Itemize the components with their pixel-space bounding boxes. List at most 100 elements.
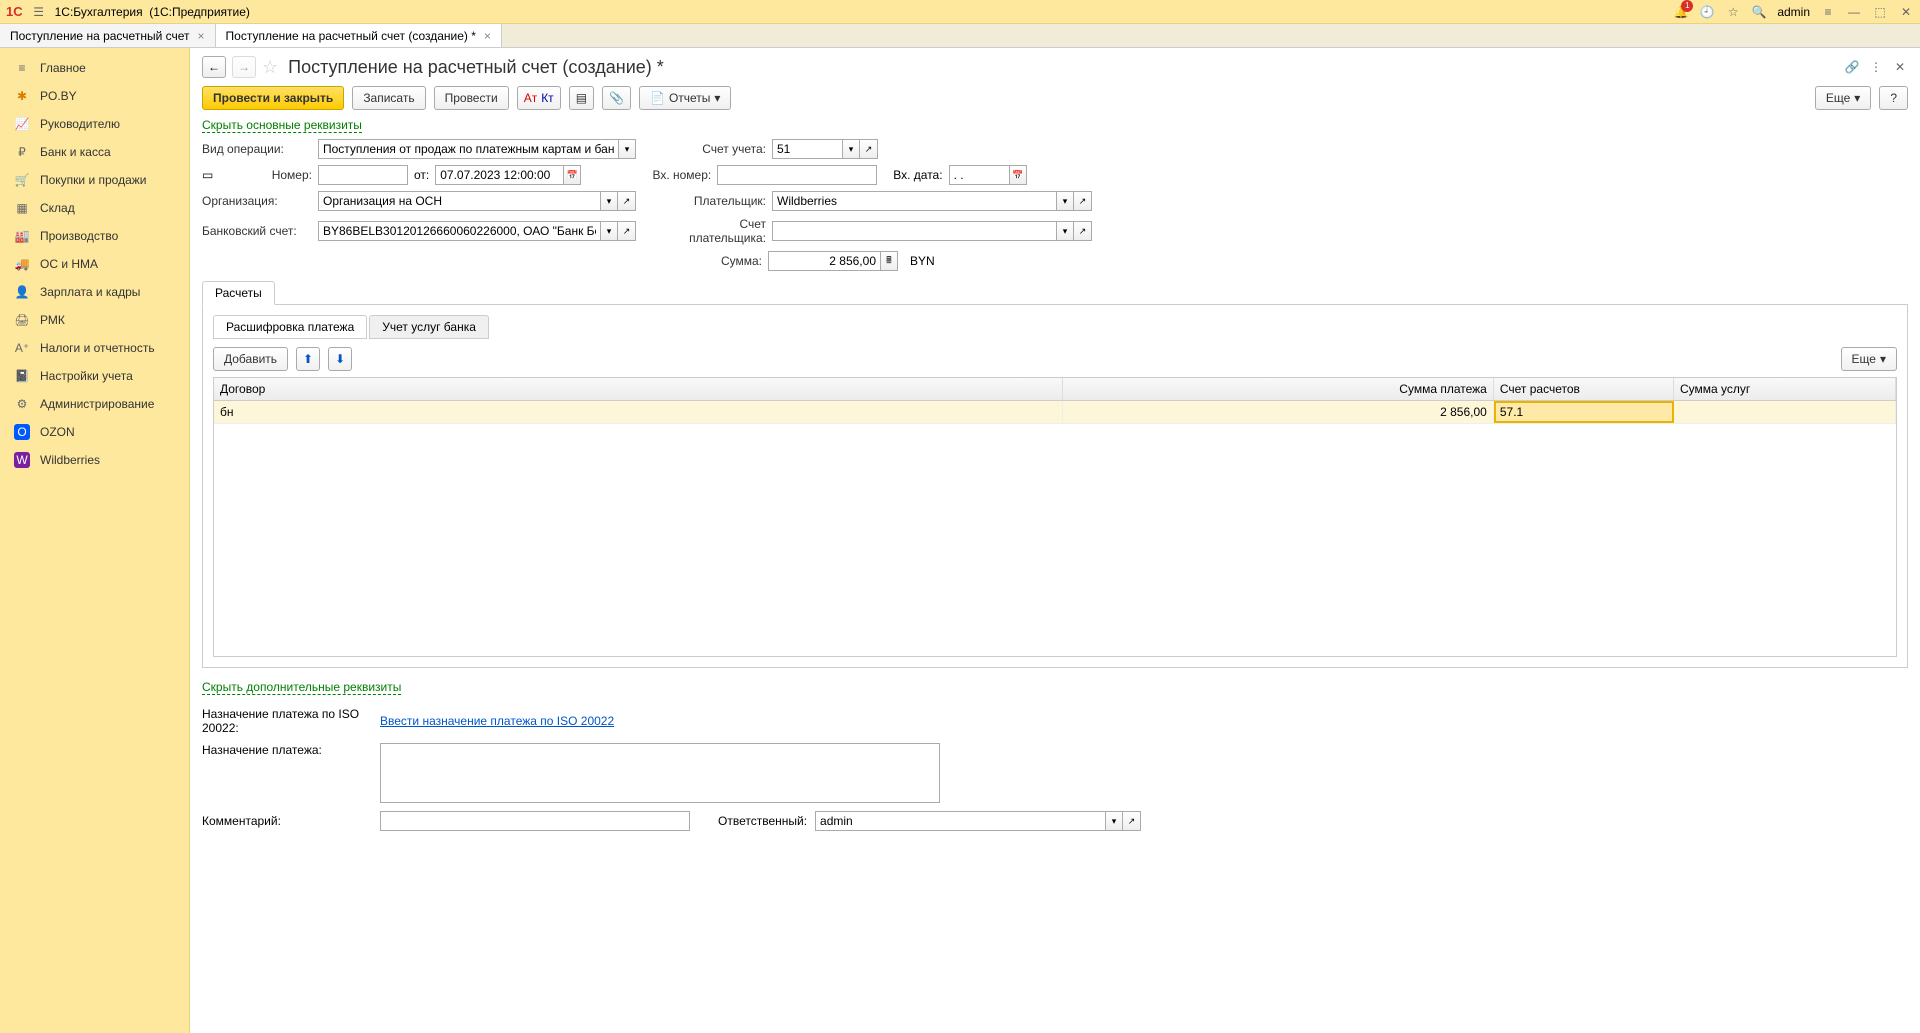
sidebar-item-ozon[interactable]: OOZON <box>0 418 189 446</box>
account-input[interactable] <box>772 139 842 159</box>
history-icon[interactable]: 🕘 <box>1699 4 1715 20</box>
calendar-icon[interactable]: 📅 <box>563 165 581 185</box>
dt-kt-button[interactable]: AтКт <box>517 86 561 110</box>
sidebar-item-warehouse[interactable]: ▦Склад <box>0 194 189 222</box>
open-icon[interactable]: ↗ <box>1123 811 1141 831</box>
calendar-icon[interactable]: 📅 <box>1009 165 1027 185</box>
sidebar-item-taxes[interactable]: A⁺Налоги и отчетность <box>0 334 189 362</box>
extnum-input[interactable] <box>717 165 877 185</box>
more-vert-icon[interactable]: ⋮ <box>1868 59 1884 75</box>
open-icon[interactable]: ↗ <box>860 139 878 159</box>
menu-icon[interactable]: ☰ <box>31 4 47 20</box>
sum-input[interactable] <box>768 251 880 271</box>
dropdown-icon[interactable]: ▾ <box>600 191 618 211</box>
calculator-icon[interactable]: 🖩 <box>880 251 898 271</box>
hide-add-link[interactable]: Скрыть дополнительные реквизиты <box>202 680 401 695</box>
iso-link[interactable]: Ввести назначение платежа по ISO 20022 <box>380 714 614 728</box>
date-input[interactable] <box>435 165 563 185</box>
sidebar-item-bank[interactable]: ₽Банк и касса <box>0 138 189 166</box>
sidebar-item-wildberries[interactable]: WWildberries <box>0 446 189 474</box>
star-icon[interactable]: ☆ <box>262 57 278 78</box>
help-button[interactable]: ? <box>1879 86 1908 110</box>
forward-button[interactable]: → <box>232 56 256 78</box>
maximize-icon[interactable]: ⬚ <box>1872 4 1888 20</box>
dropdown-icon[interactable]: ▾ <box>1105 811 1123 831</box>
open-icon[interactable]: ↗ <box>1074 221 1092 241</box>
col-summa[interactable]: Сумма платежа <box>1063 378 1494 400</box>
search-icon[interactable]: 🔍 <box>1751 4 1767 20</box>
payments-grid[interactable]: Договор Сумма платежа Счет расчетов Сумм… <box>213 377 1897 657</box>
report-icon: A⁺ <box>14 340 30 356</box>
cell-schet[interactable]: 57.1 <box>1494 401 1674 423</box>
favorite-icon[interactable]: ☆ <box>1725 4 1741 20</box>
subtab-bankservices[interactable]: Учет услуг банка <box>369 315 489 339</box>
purpose-textarea[interactable] <box>380 743 940 803</box>
close-tab-icon[interactable]: × <box>198 29 205 43</box>
sidebar-item-rmk[interactable]: 🖨РМК <box>0 306 189 334</box>
sidebar-item-admin[interactable]: ⚙Администрирование <box>0 390 189 418</box>
sidebar-item-settings[interactable]: 📓Настройки учета <box>0 362 189 390</box>
open-icon[interactable]: ↗ <box>618 221 636 241</box>
post-button[interactable]: Провести <box>434 86 509 110</box>
sidebar-item-poby[interactable]: ✱PO.BY <box>0 82 189 110</box>
subtab-breakdown[interactable]: Расшифровка платежа <box>213 315 367 339</box>
hide-main-link[interactable]: Скрыть основные реквизиты <box>202 118 362 133</box>
add-row-button[interactable]: Добавить <box>213 347 288 371</box>
sidebar-item-salary[interactable]: 👤Зарплата и кадры <box>0 278 189 306</box>
sidebar-item-main[interactable]: ≡Главное <box>0 54 189 82</box>
sidebar-item-assets[interactable]: 🚚ОС и НМА <box>0 250 189 278</box>
cell-dogovor[interactable]: бн <box>214 401 1063 423</box>
link-icon[interactable]: 🔗 <box>1844 59 1860 75</box>
bank-input[interactable] <box>318 221 600 241</box>
move-down-button[interactable]: ⬇ <box>328 347 352 371</box>
payer-input[interactable] <box>772 191 1056 211</box>
user-label[interactable]: admin <box>1777 5 1810 19</box>
close-page-icon[interactable]: ✕ <box>1892 59 1908 75</box>
responsible-input[interactable] <box>815 811 1105 831</box>
dropdown-icon[interactable]: ▾ <box>1056 221 1074 241</box>
number-input[interactable] <box>318 165 408 185</box>
sidebar-item-production[interactable]: 🏭Производство <box>0 222 189 250</box>
cell-summa[interactable]: 2 856,00 <box>1063 401 1494 423</box>
payer-label: Плательщик: <box>676 194 766 208</box>
sidebar-item-sales[interactable]: 🛒Покупки и продажи <box>0 166 189 194</box>
back-button[interactable]: ← <box>202 56 226 78</box>
write-button[interactable]: Записать <box>352 86 425 110</box>
close-tab-icon[interactable]: × <box>484 29 491 43</box>
col-uslug[interactable]: Сумма услуг <box>1674 378 1896 400</box>
opertype-input[interactable] <box>318 139 618 159</box>
col-schet[interactable]: Счет расчетов <box>1494 378 1674 400</box>
sidebar-item-manager[interactable]: 📈Руководителю <box>0 110 189 138</box>
reports-button[interactable]: 📄 Отчеты ▾ <box>639 86 731 110</box>
dropdown-icon[interactable]: ▾ <box>1056 191 1074 211</box>
extdate-input[interactable] <box>949 165 1009 185</box>
notification-icon[interactable]: 🔔 <box>1673 4 1689 20</box>
table-row[interactable]: бн 2 856,00 57.1 <box>214 401 1896 424</box>
tab-inactive[interactable]: Поступление на расчетный счет × <box>0 24 216 47</box>
move-up-button[interactable]: ⬆ <box>296 347 320 371</box>
open-icon[interactable]: ↗ <box>618 191 636 211</box>
table-more-button[interactable]: Еще ▾ <box>1841 347 1897 371</box>
open-icon[interactable]: ↗ <box>1074 191 1092 211</box>
tab-calculations[interactable]: Расчеты <box>202 281 275 305</box>
dropdown-icon[interactable]: ▾ <box>842 139 860 159</box>
files-button[interactable]: 📎 <box>602 86 631 110</box>
sidebar-item-label: Зарплата и кадры <box>40 285 140 299</box>
close-app-icon[interactable]: ✕ <box>1898 4 1914 20</box>
main-panel: ← → ☆ Поступление на расчетный счет (соз… <box>190 48 1920 1033</box>
dropdown-icon[interactable]: ▾ <box>600 221 618 241</box>
sidebar-item-label: Wildberries <box>40 453 100 467</box>
cell-uslug[interactable] <box>1674 401 1896 423</box>
comment-input[interactable] <box>380 811 690 831</box>
tab-active[interactable]: Поступление на расчетный счет (создание)… <box>216 24 502 47</box>
minimize-icon[interactable]: — <box>1846 4 1862 20</box>
dropdown-icon[interactable]: ▾ <box>618 139 636 159</box>
more-button[interactable]: Еще ▾ <box>1815 86 1871 110</box>
post-and-close-button[interactable]: Провести и закрыть <box>202 86 344 110</box>
structure-button[interactable]: ▤ <box>569 86 594 110</box>
org-input[interactable] <box>318 191 600 211</box>
settings-icon[interactable]: ≡ <box>1820 4 1836 20</box>
col-dogovor[interactable]: Договор <box>214 378 1063 400</box>
payeraccount-input[interactable] <box>772 221 1056 241</box>
logo-1c: 1C <box>6 4 23 19</box>
